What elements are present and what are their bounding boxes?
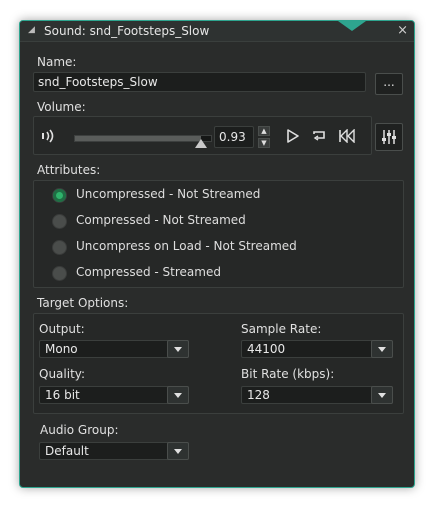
audio-group-label: Audio Group: — [40, 423, 119, 437]
chevron-down-icon[interactable] — [167, 442, 189, 460]
target-options-panel: Output: Mono Sample Rate: 44100 Quality:… — [33, 313, 404, 414]
attributes-label: Attributes: — [37, 163, 101, 177]
chevron-down-icon[interactable] — [167, 386, 189, 404]
title-bar[interactable]: ◢ Sound: snd_Footsteps_Slow × — [20, 21, 414, 42]
volume-panel: ▲ ▼ — [33, 116, 372, 155]
attribute-option-label: Compressed - Streamed — [76, 265, 221, 279]
output-value: Mono — [45, 342, 78, 356]
volume-value-input[interactable] — [214, 126, 254, 148]
chevron-down-icon[interactable] — [371, 386, 393, 404]
output-dropdown[interactable]: Mono — [39, 340, 189, 358]
attribute-option-label: Compressed - Not Streamed — [76, 213, 246, 227]
audio-group-dropdown[interactable]: Default — [39, 442, 189, 460]
browse-button[interactable]: ... — [375, 73, 403, 95]
audio-group-value: Default — [45, 444, 89, 458]
attribute-option-label: Uncompress on Load - Not Streamed — [76, 239, 297, 253]
name-label: Name: — [37, 55, 77, 69]
attribute-option-label: Uncompressed - Not Streamed — [76, 187, 261, 201]
sample-rate-dropdown[interactable]: 44100 — [241, 340, 393, 358]
name-input[interactable] — [33, 72, 366, 92]
bit-rate-label: Bit Rate (kbps): — [241, 367, 335, 381]
sample-rate-value: 44100 — [247, 342, 286, 356]
bit-rate-value: 128 — [247, 388, 270, 402]
quality-dropdown[interactable]: 16 bit — [39, 386, 189, 404]
chevron-down-icon[interactable] — [167, 340, 189, 358]
sample-rate-label: Sample Rate: — [241, 322, 322, 336]
quality-label: Quality: — [39, 367, 86, 381]
mixer-icon — [382, 130, 396, 144]
bit-rate-dropdown[interactable]: 128 — [241, 386, 393, 404]
target-options-label: Target Options: — [37, 296, 129, 310]
radio-button[interactable] — [52, 266, 67, 281]
radio-button[interactable] — [52, 240, 67, 255]
volume-slider-track[interactable] — [74, 135, 212, 142]
loop-icon[interactable] — [311, 128, 327, 144]
volume-slider-fill — [75, 136, 202, 141]
close-icon[interactable]: × — [397, 23, 408, 38]
mixer-button[interactable] — [375, 123, 403, 151]
sound-properties-window: ◢ Sound: snd_Footsteps_Slow × Name: ... … — [19, 20, 415, 488]
rewind-icon[interactable] — [338, 129, 356, 143]
attributes-panel: Uncompressed - Not Streamed Compressed -… — [33, 180, 404, 288]
output-label: Output: — [39, 322, 85, 336]
window-title: Sound: snd_Footsteps_Slow — [44, 24, 210, 38]
volume-slider-handle[interactable] — [195, 139, 208, 148]
radio-button[interactable] — [52, 214, 67, 229]
stepper-down-icon[interactable]: ▼ — [258, 138, 270, 148]
stepper-up-icon[interactable]: ▲ — [258, 126, 270, 136]
radio-button-selected[interactable] — [52, 188, 67, 203]
chevron-down-icon[interactable] — [371, 340, 393, 358]
speaker-icon — [42, 129, 54, 143]
quality-value: 16 bit — [45, 388, 80, 402]
play-icon[interactable] — [286, 129, 300, 143]
volume-stepper[interactable]: ▲ ▼ — [258, 126, 270, 148]
title-notch-decoration — [338, 21, 366, 31]
volume-label: Volume: — [37, 100, 86, 114]
collapse-triangle-icon[interactable]: ◢ — [28, 25, 35, 35]
